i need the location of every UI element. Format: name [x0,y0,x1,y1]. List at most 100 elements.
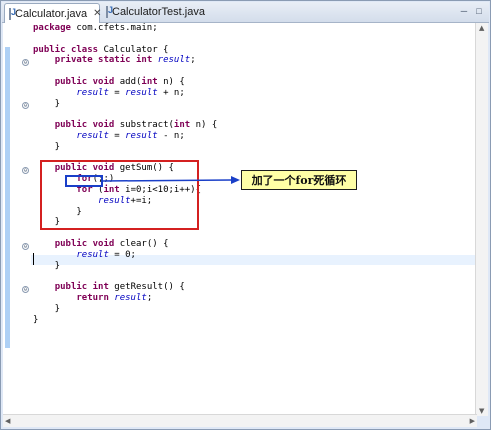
left-ruler: ⊖ ⊖ ⊖ ⊖ ⊖ [3,23,31,416]
annotation-callout: 加了一个for死循环 [241,170,357,190]
keyword-token: void [92,76,115,87]
fold-icon[interactable]: ⊖ [22,167,29,174]
code-token: ; [190,55,196,66]
editor-tab-bar: Calculator.java ✕ CalculatorTest.java ─ … [2,2,489,23]
code-token: = [108,87,126,98]
code-token: add( [114,76,142,87]
code-line[interactable]: result = result + n; [33,88,473,99]
code-line[interactable] [33,34,473,45]
field-token: result [76,87,109,98]
field-token: result [76,249,109,260]
highlight-box [40,160,199,230]
code-line[interactable]: private static int result; [33,55,473,66]
java-file-icon [106,5,113,18]
fold-icon[interactable]: ⊖ [22,243,29,250]
fold-icon[interactable]: ⊖ [22,59,29,66]
text-caret [33,253,34,265]
code-line[interactable]: public void substract(int n) { [33,120,473,131]
code-line[interactable]: result = result - n; [33,131,473,142]
horizontal-scrollbar[interactable]: ◀ ▶ [3,414,477,427]
code-token: clear() { [114,238,169,249]
keyword-token: int [135,55,153,66]
keyword-token: return [76,292,109,303]
scroll-right-icon[interactable]: ▶ [470,417,475,425]
keyword-token: private [54,55,93,66]
keyword-token: int [92,282,109,293]
code-token: n) { [157,76,185,87]
code-token: + n; [157,87,185,98]
code-token: - n; [157,130,185,141]
keyword-token: static [98,55,131,66]
code-token: } [33,314,39,325]
code-line[interactable]: return result; [33,293,473,304]
code-token: ; [146,292,153,303]
code-line[interactable]: } [33,261,473,272]
field-token: result [157,55,191,66]
code-token: n) { [190,120,218,131]
code-line[interactable]: } [33,99,473,110]
keyword-token: public [33,44,66,55]
window-controls: ─ □ [458,5,485,17]
keyword-token: int [173,120,191,131]
code-token: = 0; [108,249,136,260]
code-line[interactable]: } [33,142,473,153]
code-line[interactable]: package com.cfets.main; [33,23,473,34]
vertical-scrollbar[interactable]: ▲ ▼ [475,23,488,416]
tab-label: CalculatorTest.java [112,6,205,18]
keyword-token: public [54,238,88,249]
keyword-token: public [54,282,88,293]
tab-calculatortest-java[interactable]: CalculatorTest.java [102,3,205,21]
code-line[interactable] [33,271,473,282]
code-token: = [108,130,126,141]
for-loop-highlight [65,175,103,187]
scroll-down-icon[interactable]: ▼ [479,407,484,415]
code-token: } [33,141,61,152]
code-token: } [33,303,61,314]
code-line[interactable]: public void clear() { [33,239,473,250]
minimize-icon[interactable]: ─ [458,5,470,17]
keyword-token: package [33,23,71,33]
fold-icon[interactable]: ⊖ [22,102,29,109]
code-token: } [33,260,61,271]
keyword-token: public [54,76,88,87]
field-token: result [125,130,158,141]
callout-text: 加了一个for死循环 [251,174,347,187]
scroll-left-icon[interactable]: ◀ [5,417,10,425]
code-token: com.cfets.main; [70,23,158,33]
fold-icon[interactable]: ⊖ [22,286,29,293]
close-icon[interactable]: ✕ [93,8,101,19]
code-token: substract( [114,120,174,131]
field-token: result [125,87,158,98]
tab-calculator-java[interactable]: Calculator.java ✕ [4,3,102,23]
scroll-up-icon[interactable]: ▲ [479,24,484,32]
code-line[interactable]: public class Calculator { [33,45,473,56]
code-line[interactable]: } [33,315,473,326]
keyword-token: int [141,76,158,87]
field-token: result [76,130,109,141]
code-line[interactable]: } [33,304,473,315]
code-line[interactable] [33,109,473,120]
code-line[interactable]: public void add(int n) { [33,77,473,88]
keyword-token: public [54,120,88,131]
keyword-token: class [70,44,99,55]
tab-label: Calculator.java [15,7,88,20]
code-token: } [33,98,61,109]
code-token: Calculator { [98,44,169,55]
code-token: getResult() { [108,282,185,293]
code-line[interactable]: result = 0; [33,250,473,261]
code-line[interactable] [33,66,473,77]
maximize-icon[interactable]: □ [473,5,485,17]
keyword-token: void [92,120,115,131]
keyword-token: void [92,238,115,249]
change-indicator-bar [5,47,10,348]
code-line[interactable]: public int getResult() { [33,282,473,293]
